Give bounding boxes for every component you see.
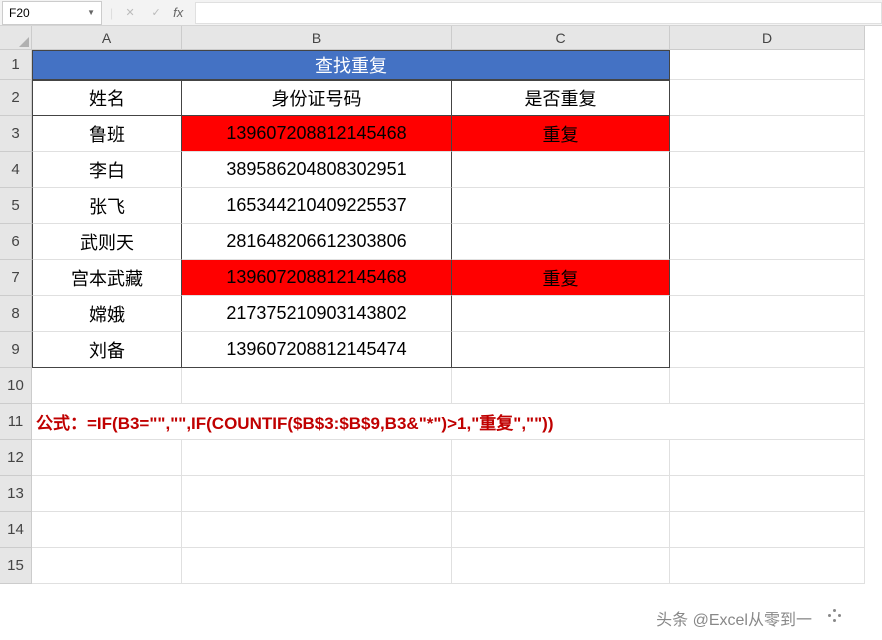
cell-d6[interactable]	[670, 224, 865, 260]
select-all-corner[interactable]	[0, 26, 32, 50]
row-header-7[interactable]: 7	[0, 260, 32, 296]
row-header-3[interactable]: 3	[0, 116, 32, 152]
formula-controls: | ✕ ✓ fx	[102, 4, 191, 22]
row-header-11[interactable]: 11	[0, 404, 32, 440]
cell-id-4[interactable]: 389586204808302951	[182, 152, 452, 188]
cell-b10[interactable]	[182, 368, 452, 404]
cell-d12[interactable]	[670, 440, 865, 476]
col-header-d[interactable]: D	[670, 26, 865, 50]
cell-name-8[interactable]: 嫦娥	[32, 296, 182, 332]
col-header-a[interactable]: A	[32, 26, 182, 50]
cell-d15[interactable]	[670, 548, 865, 584]
row-header-9[interactable]: 9	[0, 332, 32, 368]
cell-dup-9[interactable]	[452, 332, 670, 368]
cell-c14[interactable]	[452, 512, 670, 548]
cell-b14[interactable]	[182, 512, 452, 548]
cell-b15[interactable]	[182, 548, 452, 584]
cell-d1[interactable]	[670, 50, 865, 80]
row-header-13[interactable]: 13	[0, 476, 32, 512]
cell-b12[interactable]	[182, 440, 452, 476]
cell-c10[interactable]	[452, 368, 670, 404]
spreadsheet-grid: A B C D 1查找重复2姓名身份证号码是否重复3鲁班139607208812…	[0, 26, 882, 584]
row-header-4[interactable]: 4	[0, 152, 32, 188]
cell-c15[interactable]	[452, 548, 670, 584]
cell-b13[interactable]	[182, 476, 452, 512]
name-box-bar: F20 ▼ | ✕ ✓ fx	[0, 0, 882, 26]
cell-d2[interactable]	[670, 80, 865, 116]
cell-a14[interactable]	[32, 512, 182, 548]
watermark-text: 头条 @Excel从零到一	[656, 606, 812, 630]
cell-id-9[interactable]: 139607208812145474	[182, 332, 452, 368]
row-header-1[interactable]: 1	[0, 50, 32, 80]
cell-id-6[interactable]: 281648206612303806	[182, 224, 452, 260]
header-id[interactable]: 身份证号码	[182, 80, 452, 116]
cell-d9[interactable]	[670, 332, 865, 368]
col-header-b[interactable]: B	[182, 26, 452, 50]
cell-a10[interactable]	[32, 368, 182, 404]
header-name[interactable]: 姓名	[32, 80, 182, 116]
row-header-8[interactable]: 8	[0, 296, 32, 332]
cell-name-7[interactable]: 宫本武藏	[32, 260, 182, 296]
cell-a12[interactable]	[32, 440, 182, 476]
cell-d3[interactable]	[670, 116, 865, 152]
row-header-6[interactable]: 6	[0, 224, 32, 260]
cell-d4[interactable]	[670, 152, 865, 188]
row-header-14[interactable]: 14	[0, 512, 32, 548]
cell-name-3[interactable]: 鲁班	[32, 116, 182, 152]
cell-id-3[interactable]: 139607208812145468	[182, 116, 452, 152]
name-box[interactable]: F20 ▼	[2, 1, 102, 25]
row-header-10[interactable]: 10	[0, 368, 32, 404]
name-box-value: F20	[9, 6, 87, 20]
row-header-5[interactable]: 5	[0, 188, 32, 224]
formula-bar-input[interactable]	[195, 2, 882, 24]
col-header-c[interactable]: C	[452, 26, 670, 50]
row-header-15[interactable]: 15	[0, 548, 32, 584]
row-header-12[interactable]: 12	[0, 440, 32, 476]
cell-dup-8[interactable]	[452, 296, 670, 332]
header-dup[interactable]: 是否重复	[452, 80, 670, 116]
cell-a15[interactable]	[32, 548, 182, 584]
cell-a13[interactable]	[32, 476, 182, 512]
cell-name-5[interactable]: 张飞	[32, 188, 182, 224]
formula-text-cell[interactable]: 公式：=IF(B3="","",IF(COUNTIF($B$3:$B$9,B3&…	[32, 404, 865, 440]
cancel-icon[interactable]: ✕	[121, 4, 139, 22]
cell-name-9[interactable]: 刘备	[32, 332, 182, 368]
cell-d13[interactable]	[670, 476, 865, 512]
fx-icon[interactable]: fx	[173, 5, 183, 20]
cell-name-4[interactable]: 李白	[32, 152, 182, 188]
cell-d14[interactable]	[670, 512, 865, 548]
enter-icon[interactable]: ✓	[147, 4, 165, 22]
cell-dup-7[interactable]: 重复	[452, 260, 670, 296]
cell-id-5[interactable]: 165344210409225537	[182, 188, 452, 224]
chevron-down-icon[interactable]: ▼	[87, 8, 95, 17]
cell-id-8[interactable]: 217375210903143802	[182, 296, 452, 332]
cell-dup-6[interactable]	[452, 224, 670, 260]
watermark-logo-icon	[828, 609, 842, 623]
cell-d5[interactable]	[670, 188, 865, 224]
cell-d8[interactable]	[670, 296, 865, 332]
cell-c13[interactable]	[452, 476, 670, 512]
row-header-2[interactable]: 2	[0, 80, 32, 116]
cell-c12[interactable]	[452, 440, 670, 476]
cell-id-7[interactable]: 139607208812145468	[182, 260, 452, 296]
cell-dup-3[interactable]: 重复	[452, 116, 670, 152]
cell-dup-5[interactable]	[452, 188, 670, 224]
cell-name-6[interactable]: 武则天	[32, 224, 182, 260]
cell-dup-4[interactable]	[452, 152, 670, 188]
divider: |	[110, 6, 113, 20]
merged-title-cell[interactable]: 查找重复	[32, 50, 670, 80]
cell-d7[interactable]	[670, 260, 865, 296]
cell-d10[interactable]	[670, 368, 865, 404]
